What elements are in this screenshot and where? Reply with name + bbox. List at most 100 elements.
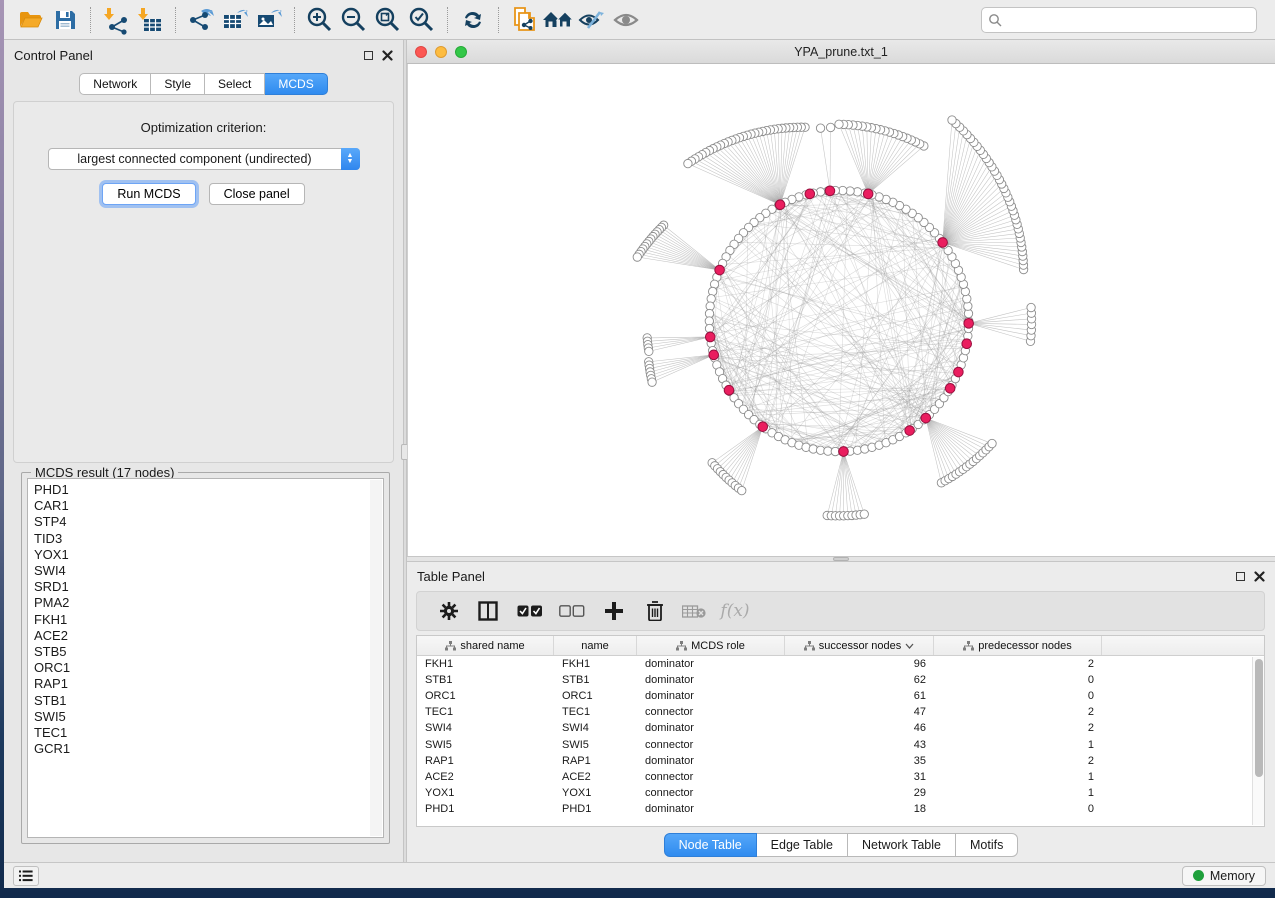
export-image-icon[interactable] [252,5,286,35]
column-header-shared-name[interactable]: shared name [417,636,554,655]
mcds-result-item[interactable]: GCR1 [34,741,383,757]
mcds-result-item[interactable]: CAR1 [34,498,383,514]
cell-MCDS-role[interactable]: dominator [637,674,785,686]
export-table-icon[interactable] [218,5,252,35]
cell-successor-nodes[interactable]: 62 [785,674,934,686]
column-header-predecessor-nodes[interactable]: predecessor nodes [934,636,1102,655]
cell-successor-nodes[interactable]: 46 [785,722,934,734]
table-row[interactable]: STB1STB1dominator620 [417,672,1264,688]
import-table-icon[interactable] [133,5,167,35]
cell-MCDS-role[interactable]: dominator [637,722,785,734]
cell-name[interactable]: STB1 [554,674,637,686]
cell-name[interactable]: SWI5 [554,739,637,751]
search-input[interactable] [1007,13,1250,27]
mcds-result-item[interactable]: STB5 [34,644,383,660]
mcds-result-item[interactable]: TEC1 [34,725,383,741]
tab-select[interactable]: Select [205,73,265,95]
cell-predecessor-nodes[interactable]: 2 [934,722,1102,734]
cell-shared-name[interactable]: TEC1 [417,706,554,718]
add-column-icon[interactable] [593,596,635,626]
mcds-result-item[interactable]: ACE2 [34,628,383,644]
cell-shared-name[interactable]: SWI5 [417,739,554,751]
cell-name[interactable]: PHD1 [554,803,637,815]
tab-node-table[interactable]: Node Table [664,833,757,857]
close-panel-icon[interactable] [382,50,393,61]
cell-name[interactable]: ACE2 [554,771,637,783]
result-list-scrollbar[interactable] [370,480,382,836]
splitter-grip[interactable] [833,557,849,561]
cell-predecessor-nodes[interactable]: 2 [934,755,1102,767]
tab-motifs[interactable]: Motifs [956,833,1018,857]
tab-network-table[interactable]: Network Table [848,833,956,857]
mcds-result-item[interactable]: YOX1 [34,547,383,563]
cell-predecessor-nodes[interactable]: 1 [934,787,1102,799]
function-builder-icon[interactable]: f(x) [713,596,757,626]
cell-shared-name[interactable]: ORC1 [417,690,554,702]
import-network-icon[interactable] [99,5,133,35]
cell-MCDS-role[interactable]: connector [637,706,785,718]
table-row[interactable]: ORC1ORC1dominator610 [417,688,1264,704]
table-row[interactable]: TEC1TEC1connector472 [417,704,1264,720]
zoom-selected-icon[interactable] [405,5,439,35]
cell-predecessor-nodes[interactable]: 2 [934,658,1102,670]
cell-name[interactable]: RAP1 [554,755,637,767]
scrollbar-thumb[interactable] [1255,659,1263,777]
delete-column-icon[interactable] [635,596,675,626]
table-row[interactable]: SWI5SWI5connector431 [417,736,1264,752]
mcds-result-item[interactable]: SRD1 [34,579,383,595]
run-mcds-button[interactable]: Run MCDS [102,183,195,205]
refresh-icon[interactable] [456,5,490,35]
tab-mcds[interactable]: MCDS [265,73,327,95]
cell-MCDS-role[interactable]: connector [637,739,785,751]
cell-predecessor-nodes[interactable]: 1 [934,739,1102,751]
cell-name[interactable]: FKH1 [554,658,637,670]
mcds-result-item[interactable]: RAP1 [34,676,383,692]
mcds-result-item[interactable]: SWI4 [34,563,383,579]
table-row[interactable]: RAP1RAP1dominator352 [417,753,1264,769]
cell-shared-name[interactable]: STB1 [417,674,554,686]
mcds-result-item[interactable]: TID3 [34,531,383,547]
cell-successor-nodes[interactable]: 47 [785,706,934,718]
duplicate-network-icon[interactable] [507,5,541,35]
tab-style[interactable]: Style [151,73,205,95]
tab-network[interactable]: Network [79,73,151,95]
mcds-result-item[interactable]: PMA2 [34,595,383,611]
optimization-criterion-dropdown[interactable]: largest connected component (undirected)… [48,148,360,170]
cell-predecessor-nodes[interactable]: 2 [934,706,1102,718]
cell-successor-nodes[interactable]: 35 [785,755,934,767]
table-row[interactable]: PHD1PHD1dominator180 [417,801,1264,817]
cell-shared-name[interactable]: ACE2 [417,771,554,783]
cell-predecessor-nodes[interactable]: 0 [934,674,1102,686]
hide-selected-icon[interactable] [575,5,609,35]
show-all-icon[interactable] [609,5,643,35]
cell-MCDS-role[interactable]: connector [637,771,785,783]
window-zoom-icon[interactable] [455,46,467,58]
cell-shared-name[interactable]: RAP1 [417,755,554,767]
mcds-result-list[interactable]: PHD1CAR1STP4TID3YOX1SWI4SRD1PMA2FKH1ACE2… [27,478,384,838]
cell-successor-nodes[interactable]: 18 [785,803,934,815]
delete-table-icon[interactable] [675,596,713,626]
column-header-name[interactable]: name [554,636,637,655]
column-header-MCDS-role[interactable]: MCDS role [637,636,785,655]
first-neighbors-icon[interactable] [541,5,575,35]
memory-button[interactable]: Memory [1182,866,1266,886]
panel-splitter-horizontal[interactable] [407,556,1275,562]
float-panel-icon[interactable] [1236,572,1245,581]
cell-MCDS-role[interactable]: dominator [637,658,785,670]
cell-MCDS-role[interactable]: dominator [637,755,785,767]
network-view-canvas[interactable] [407,64,1275,556]
cell-name[interactable]: TEC1 [554,706,637,718]
close-panel-icon[interactable] [1254,571,1265,582]
mcds-result-item[interactable]: ORC1 [34,660,383,676]
cell-shared-name[interactable]: YOX1 [417,787,554,799]
task-history-icon[interactable] [13,866,39,886]
zoom-fit-icon[interactable] [371,5,405,35]
cell-MCDS-role[interactable]: dominator [637,803,785,815]
zoom-out-icon[interactable] [337,5,371,35]
cell-MCDS-role[interactable]: dominator [637,690,785,702]
table-settings-gear-icon[interactable] [431,596,467,626]
float-panel-icon[interactable] [364,51,373,60]
column-header-successor-nodes[interactable]: successor nodes [785,636,934,655]
zoom-in-icon[interactable] [303,5,337,35]
cell-successor-nodes[interactable]: 43 [785,739,934,751]
